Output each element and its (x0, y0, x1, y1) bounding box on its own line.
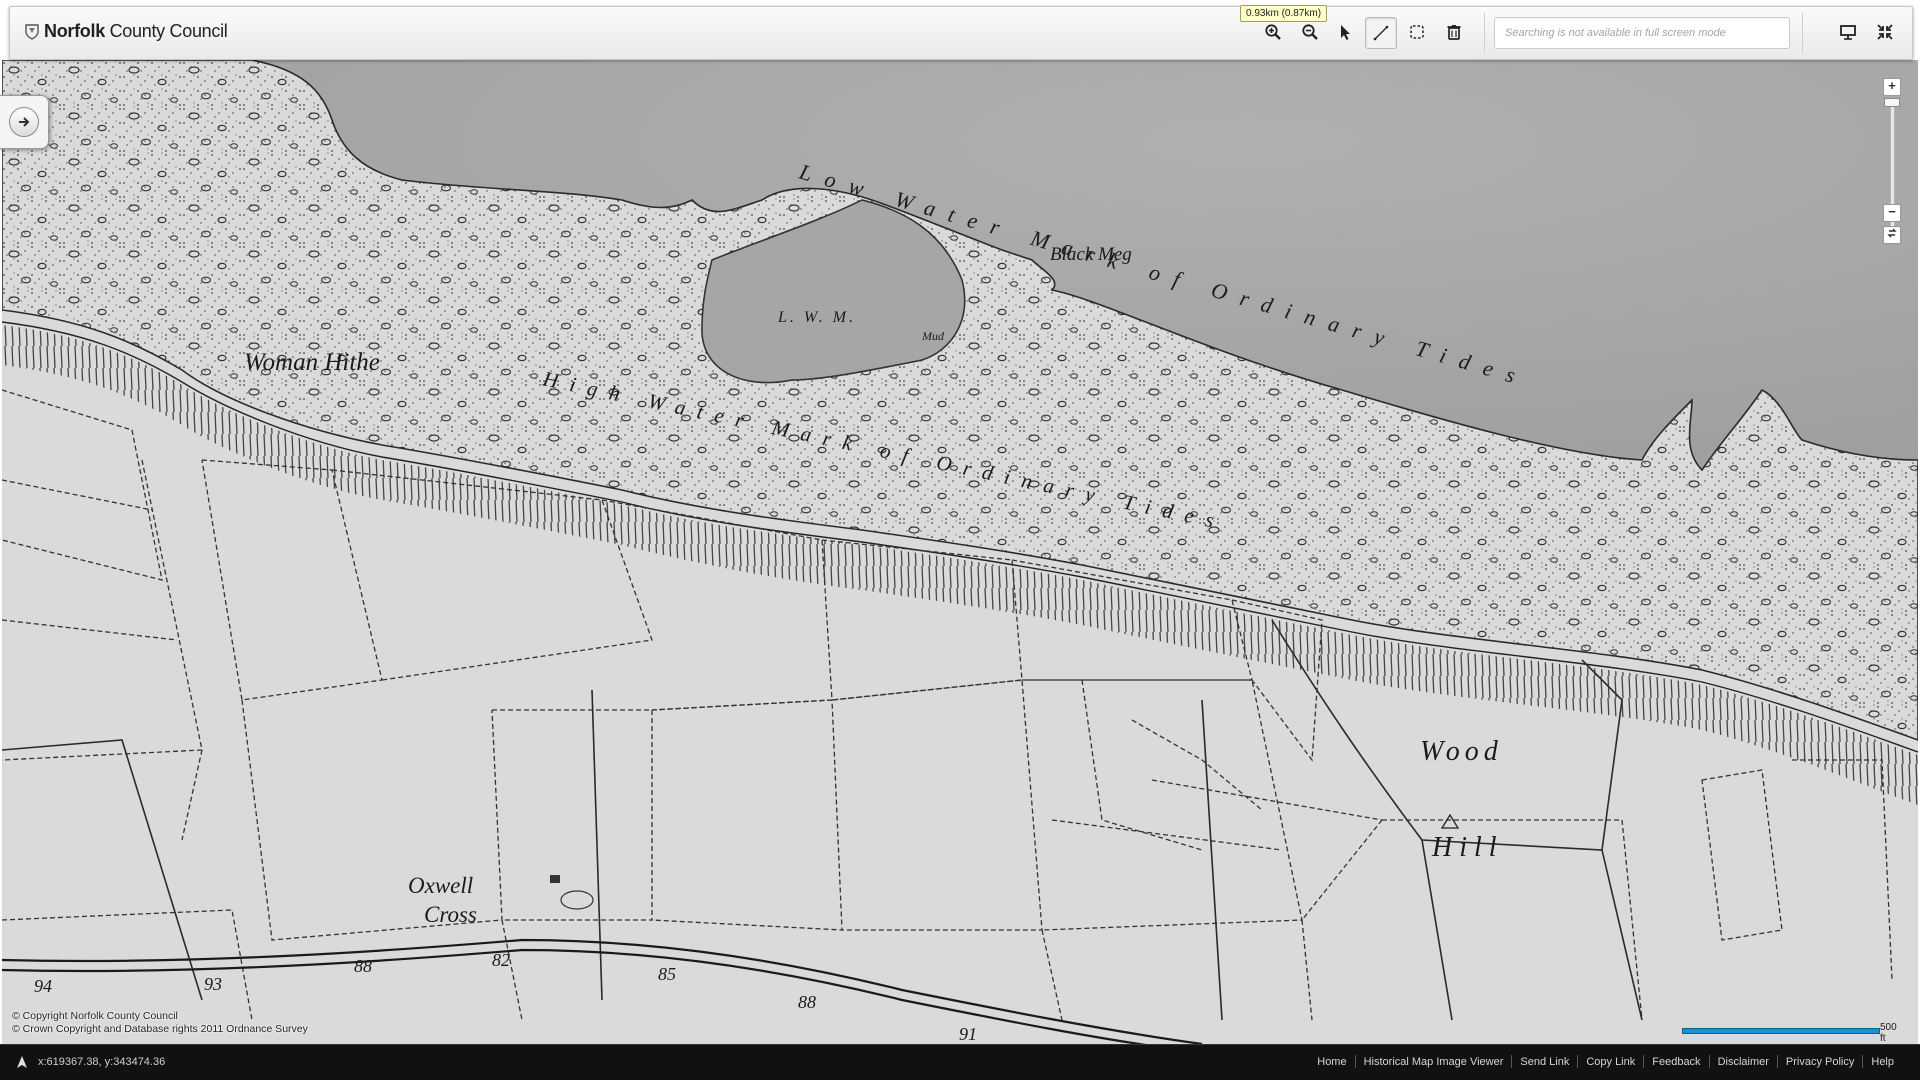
spot-height: 85 (658, 964, 676, 984)
footer-link-disclaimer[interactable]: Disclaimer (1710, 1056, 1777, 1068)
spot-height: 91 (959, 1024, 977, 1044)
spot-height: 93 (204, 974, 222, 994)
attribution-line: © Crown Copyright and Database rights 20… (12, 1023, 308, 1035)
footer-link-historical-viewer[interactable]: Historical Map Image Viewer (1356, 1056, 1512, 1068)
reset-icon (1887, 228, 1897, 238)
label-oxwell: Oxwell (408, 873, 473, 898)
council-logo[interactable]: Norfolk County Council (24, 21, 228, 42)
footer-link-copy-link[interactable]: Copy Link (1578, 1056, 1643, 1068)
spot-height: 94 (34, 976, 52, 996)
print-button[interactable] (1833, 17, 1863, 47)
arrow-right-icon (19, 117, 30, 127)
select-area-icon (1410, 25, 1424, 39)
delete-icon (1447, 25, 1461, 40)
expand-panel-button[interactable] (9, 107, 39, 137)
print-icon (1840, 25, 1856, 40)
zoom-in-icon (1265, 24, 1281, 40)
footer-link-feedback[interactable]: Feedback (1644, 1056, 1708, 1068)
delete-button[interactable] (1439, 17, 1469, 47)
top-toolbar: Norfolk County Council (9, 6, 1913, 60)
logo-rest: County Council (104, 21, 228, 41)
spot-height: 82 (492, 950, 510, 970)
zoom-thumb[interactable] (1884, 98, 1900, 107)
label-black-meg: Black Meg (1050, 244, 1132, 265)
toolbar-divider (1484, 13, 1485, 53)
footer-link-home[interactable]: Home (1309, 1056, 1354, 1068)
exit-fullscreen-icon (1877, 24, 1893, 40)
measure-line-button[interactable] (1365, 17, 1397, 49)
zoom-slider-minus-button[interactable]: − (1883, 204, 1901, 222)
coordinate-readout: x:619367.38, y:343474.36 (16, 1055, 165, 1069)
logo-bold: Norfolk (44, 21, 105, 41)
measure-line-icon (1373, 25, 1389, 41)
zoom-slider[interactable]: + − (1883, 78, 1901, 244)
label-cross: Cross (424, 902, 477, 927)
search-input[interactable] (1494, 17, 1790, 49)
map-attribution: © Copyright Norfolk County Council © Cro… (12, 1010, 308, 1036)
exit-fullscreen-button[interactable] (1870, 17, 1900, 47)
spot-height: 88 (354, 956, 372, 976)
label-hill: Hill (1431, 832, 1504, 863)
spot-height: 88 (798, 992, 816, 1012)
attribution-line: © Copyright Norfolk County Council (12, 1010, 178, 1022)
scale-bar: 500 ft (1682, 1022, 1897, 1044)
zoom-slider-plus-button[interactable]: + (1883, 78, 1901, 96)
north-arrow-icon (17, 1056, 27, 1068)
historical-map[interactable]: Low Water Mark of Ordinary Tides Black M… (2, 60, 1918, 1044)
toolbar-divider (1802, 13, 1803, 53)
footer-bar: x:619367.38, y:343474.36 Home Historical… (0, 1044, 1920, 1080)
footer-link-privacy-policy[interactable]: Privacy Policy (1778, 1056, 1862, 1068)
label-lwm: L. W. M. (777, 309, 856, 326)
footer-link-help[interactable]: Help (1863, 1056, 1902, 1068)
pointer-button[interactable] (1330, 17, 1360, 47)
reset-view-button[interactable] (1883, 226, 1901, 244)
label-woman-hithe: Woman Hithe (244, 349, 380, 376)
zoom-out-icon (1302, 24, 1318, 40)
label-wood: Wood (1420, 736, 1503, 767)
side-panel-toggle[interactable] (0, 95, 49, 149)
scale-bar-label: 500 ft (1880, 1022, 1897, 1044)
scale-bar-line (1682, 1028, 1880, 1034)
select-area-button[interactable] (1402, 17, 1432, 47)
measure-tooltip: 0.93km (0.87km) (1240, 5, 1328, 22)
coordinates-text: x:619367.38, y:343474.36 (38, 1056, 166, 1068)
app: Low Water Mark of Ordinary Tides Black M… (0, 0, 1920, 1080)
logo-text: Norfolk County Council (44, 21, 228, 42)
map-canvas[interactable]: Low Water Mark of Ordinary Tides Black M… (2, 60, 1918, 1044)
pointer-icon (1341, 25, 1350, 40)
footer-links: Home Historical Map Image Viewer Send Li… (1309, 1055, 1902, 1068)
council-crest-icon (25, 23, 39, 40)
footer-link-send-link[interactable]: Send Link (1512, 1056, 1577, 1068)
label-mud: Mud (921, 329, 945, 343)
